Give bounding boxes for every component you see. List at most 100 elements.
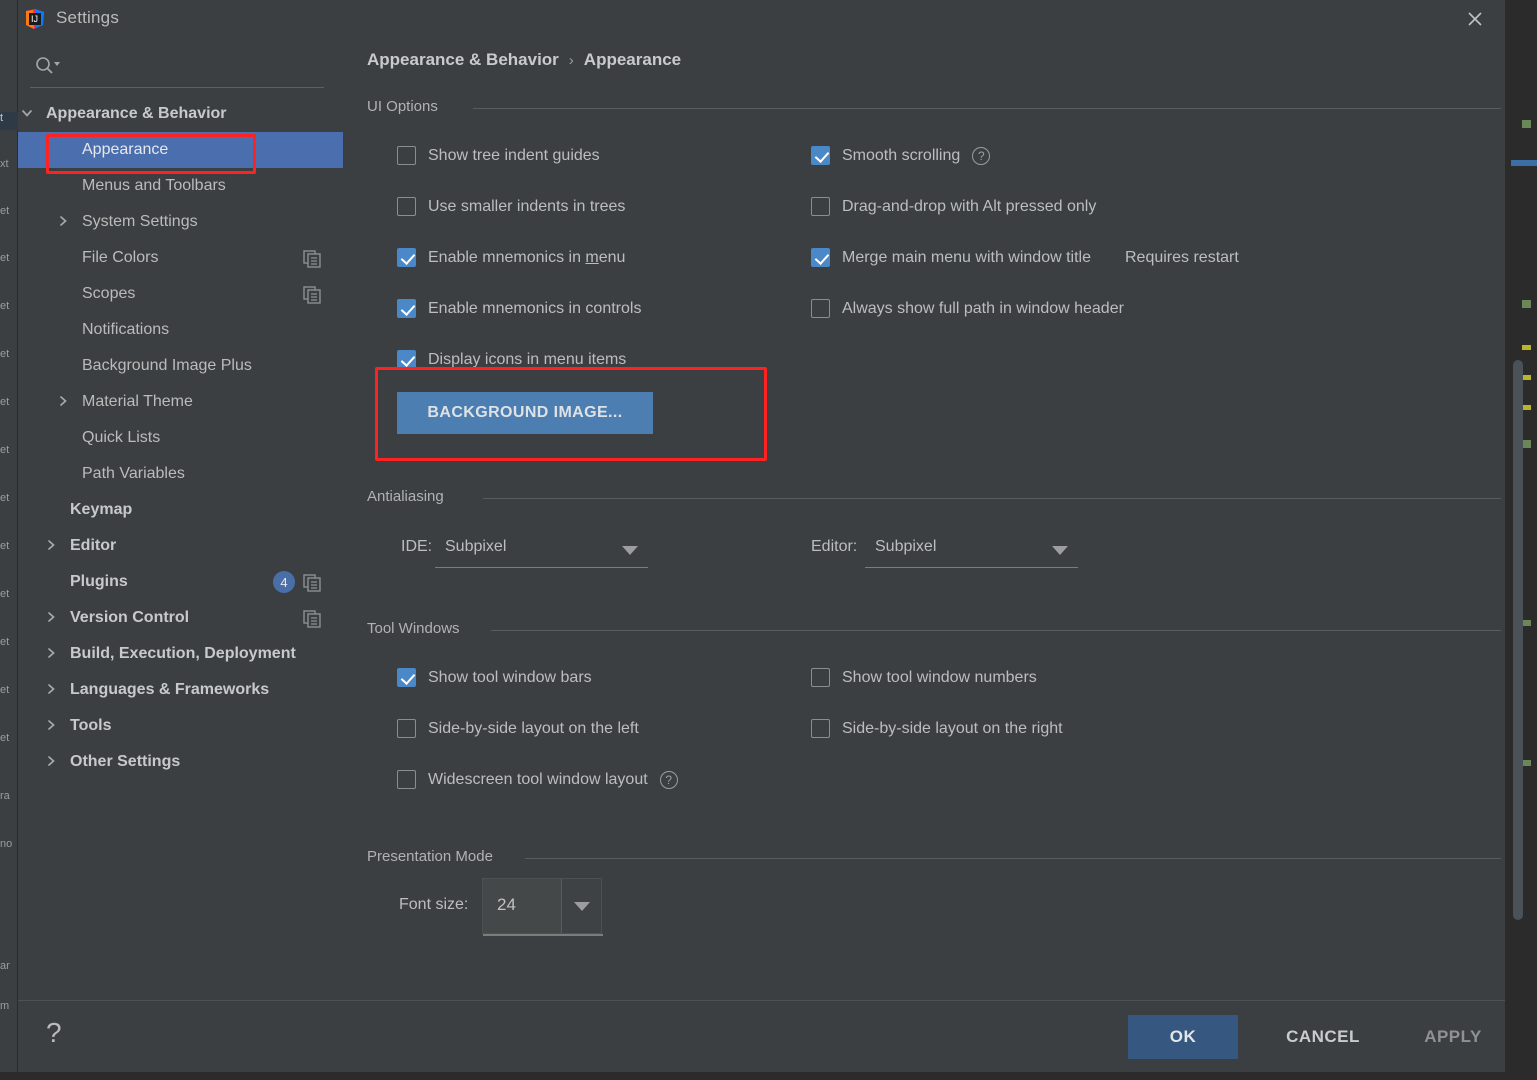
font-size-stepper[interactable]: 24 — [482, 878, 603, 936]
help-question-icon[interactable]: ? — [972, 146, 991, 165]
question-mark-icon[interactable]: ? — [46, 1017, 62, 1049]
checkbox-row-side-by-side-layout-on-the-left[interactable]: Side-by-side layout on the left — [397, 719, 639, 738]
checkbox-row-merge-main-menu-with-window-title[interactable]: Merge main menu with window title Require… — [811, 248, 1239, 267]
background-ide-text: et — [0, 588, 10, 600]
chevron-right-icon[interactable] — [44, 682, 58, 699]
search-box[interactable] — [30, 48, 329, 92]
sidebar-item-build-execution-deployment[interactable]: Build, Execution, Deployment — [18, 636, 343, 672]
settings-dialog: IJ Settings Appearance & Behavior Appear… — [18, 0, 1505, 1072]
checkbox-unchecked-icon[interactable] — [397, 146, 416, 165]
background-image-button[interactable]: BACKGROUND IMAGE... — [397, 392, 653, 434]
checkbox-row-widescreen-tool-window-layout[interactable]: Widescreen tool window layout? — [397, 770, 678, 789]
sidebar-item-notifications[interactable]: Notifications — [18, 312, 343, 348]
checkbox-unchecked-icon[interactable] — [397, 770, 416, 789]
copy-settings-icon[interactable] — [303, 286, 321, 309]
sidebar-item-editor[interactable]: Editor — [18, 528, 343, 564]
sidebar-item-menus-and-toolbars[interactable]: Menus and Toolbars — [18, 168, 343, 204]
checkbox-unchecked-icon[interactable] — [397, 197, 416, 216]
checkbox-row-drag-and-drop-with-alt-pressed-only[interactable]: Drag-and-drop with Alt pressed only — [811, 197, 1096, 216]
chevron-right-icon[interactable] — [44, 718, 58, 735]
close-icon[interactable] — [1457, 4, 1493, 34]
section-title-presentation-mode: Presentation Mode — [367, 848, 493, 865]
checkbox-row-enable-mnemonics-in-menu[interactable]: Enable mnemonics in menu — [397, 248, 625, 267]
chevron-right-icon[interactable] — [44, 646, 58, 663]
chevron-right-icon[interactable] — [44, 610, 58, 627]
checkbox-checked-icon[interactable] — [397, 299, 416, 318]
checkbox-row-always-show-full-path-in-window-header[interactable]: Always show full path in window header — [811, 299, 1124, 318]
cancel-button[interactable]: CANCEL — [1258, 1015, 1388, 1059]
checkbox-checked-icon[interactable] — [397, 248, 416, 267]
sidebar-item-label: Build, Execution, Deployment — [70, 645, 296, 662]
breadcrumb-current: Appearance — [583, 50, 682, 69]
editor-antialiasing-underline — [865, 566, 1078, 568]
checkbox-row-use-smaller-indents-in-trees[interactable]: Use smaller indents in trees — [397, 197, 625, 216]
checkbox-unchecked-icon[interactable] — [811, 197, 830, 216]
sidebar-item-scopes[interactable]: Scopes — [18, 276, 343, 312]
checkbox-unchecked-icon[interactable] — [811, 719, 830, 738]
sidebar-item-appearance[interactable]: Appearance — [18, 132, 343, 168]
checkbox-row-enable-mnemonics-in-controls[interactable]: Enable mnemonics in controls — [397, 299, 641, 318]
checkbox-checked-icon[interactable] — [397, 668, 416, 687]
checkbox-checked-icon[interactable] — [397, 350, 416, 369]
checkbox-unchecked-icon[interactable] — [811, 299, 830, 318]
checkbox-row-show-tree-indent-guides[interactable]: Show tree indent guides — [397, 146, 600, 165]
sidebar-item-label: Appearance & Behavior — [46, 105, 227, 122]
checkbox-unchecked-icon[interactable] — [397, 719, 416, 738]
requires-restart-note: Requires restart — [1125, 248, 1239, 266]
copy-settings-icon[interactable] — [303, 574, 321, 597]
ide-antialiasing-select[interactable]: Subpixel — [435, 534, 648, 568]
settings-tree: Appearance & Behavior Appearance Menus and… — [18, 96, 343, 780]
background-ide-text: et — [0, 684, 10, 696]
checkbox-label: Show tool window bars — [428, 668, 592, 686]
sidebar-item-material-theme[interactable]: Material Theme — [18, 384, 343, 420]
copy-settings-icon[interactable] — [303, 250, 321, 273]
chevron-right-icon[interactable] — [44, 538, 58, 555]
sidebar-item-label: Material Theme — [82, 393, 193, 410]
font-size-value: 24 — [497, 895, 516, 914]
copy-settings-icon[interactable] — [303, 610, 321, 633]
sidebar-item-tools[interactable]: Tools — [18, 708, 343, 744]
sidebar-item-system-settings[interactable]: System Settings — [18, 204, 343, 240]
chevron-down-icon[interactable] — [20, 106, 34, 123]
checkbox-row-show-tool-window-bars[interactable]: Show tool window bars — [397, 668, 592, 687]
checkbox-label: Show tree indent guides — [428, 146, 600, 164]
chevron-down-icon — [1052, 546, 1068, 555]
sidebar-item-other-settings[interactable]: Other Settings — [18, 744, 343, 780]
apply-button[interactable]: APPLY — [1398, 1015, 1508, 1059]
editor-antialiasing-select[interactable]: Subpixel — [865, 534, 1078, 568]
sidebar-item-label: System Settings — [82, 213, 198, 230]
section-rule-antialiasing — [483, 498, 1501, 499]
sidebar-item-background-image-plus[interactable]: Background Image Plus — [18, 348, 343, 384]
ok-button[interactable]: OK — [1128, 1015, 1238, 1059]
checkbox-checked-icon[interactable] — [811, 248, 830, 267]
editor-marker — [1511, 160, 1537, 166]
ide-antialiasing-value: Subpixel — [445, 538, 507, 555]
sidebar-item-appearance-behavior[interactable]: Appearance & Behavior — [18, 96, 343, 132]
checkbox-row-side-by-side-layout-on-the-right[interactable]: Side-by-side layout on the right — [811, 719, 1063, 738]
checkbox-unchecked-icon[interactable] — [811, 668, 830, 687]
editor-marker — [1522, 300, 1531, 308]
chevron-right-icon[interactable] — [56, 214, 70, 231]
sidebar-item-plugins[interactable]: Plugins 4 — [18, 564, 343, 600]
checkbox-checked-icon[interactable] — [811, 146, 830, 165]
sidebar-item-version-control[interactable]: Version Control — [18, 600, 343, 636]
sidebar-item-label: Version Control — [70, 609, 190, 626]
checkbox-row-show-tool-window-numbers[interactable]: Show tool window numbers — [811, 668, 1037, 687]
sidebar-item-file-colors[interactable]: File Colors — [18, 240, 343, 276]
checkbox-row-display-icons-in-menu-items[interactable]: Display icons in menu items — [397, 350, 626, 369]
sidebar-item-keymap[interactable]: Keymap — [18, 492, 343, 528]
sidebar-item-languages-frameworks[interactable]: Languages & Frameworks — [18, 672, 343, 708]
sidebar-item-quick-lists[interactable]: Quick Lists — [18, 420, 343, 456]
background-ide-text: et — [0, 348, 10, 360]
editor-scrollbar-thumb[interactable] — [1513, 360, 1523, 920]
sidebar-item-path-variables[interactable]: Path Variables — [18, 456, 343, 492]
chevron-right-icon[interactable] — [56, 394, 70, 411]
checkbox-row-smooth-scrolling[interactable]: Smooth scrolling? — [811, 146, 991, 165]
help-question-icon[interactable]: ? — [659, 770, 678, 789]
search-input[interactable] — [70, 54, 322, 78]
font-size-dropdown-button[interactable] — [561, 879, 601, 933]
background-ide-text: ra — [0, 790, 10, 802]
section-title-antialiasing: Antialiasing — [367, 488, 444, 505]
chevron-right-icon[interactable] — [44, 754, 58, 771]
svg-text:IJ: IJ — [31, 14, 38, 24]
